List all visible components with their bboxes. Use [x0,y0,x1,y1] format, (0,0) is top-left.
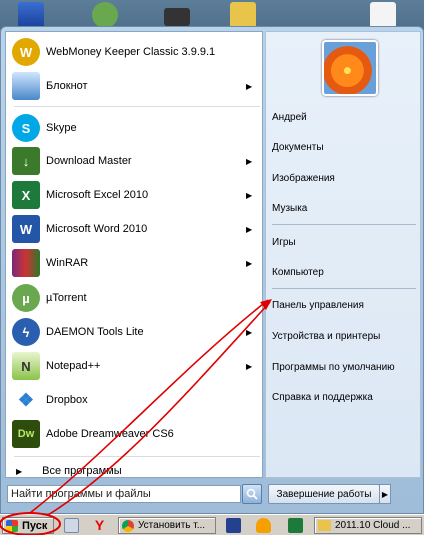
skype-icon: S [12,114,40,142]
program-item-dreamweaver[interactable]: Dw Adobe Dreamweaver CS6 [8,418,260,450]
place-item-devices-printers[interactable]: Устройства и принтеры [272,327,412,347]
place-item-games[interactable]: Игры [272,233,412,253]
desktop-monitor-icon[interactable] [18,2,44,28]
windows-logo-icon [6,519,18,532]
place-item-documents[interactable]: Документы [272,138,412,158]
excel-taskbar-icon[interactable] [288,518,303,533]
program-item-word[interactable]: W Microsoft Word 2010 ▶ [8,213,260,245]
taskbar: Пуск Y Установить т... 2011.10 Cloud ... [0,514,424,535]
winrar-icon [12,249,40,277]
desktop-printer-icon[interactable] [164,8,190,26]
shutdown-options-button[interactable]: ▶ [379,484,391,504]
yandex-icon[interactable]: Y [92,518,107,533]
place-item-help-support[interactable]: Справка и поддержка [272,388,412,408]
program-item-skype[interactable]: S Skype [8,112,260,144]
program-item-notepad[interactable]: Блокнот ▶ [8,70,260,102]
separator [14,106,260,107]
separator [272,224,416,225]
start-menu-programs-pane: W WebMoney Keeper Classic 3.9.9.1 Блокно… [5,31,263,478]
program-item-notepadpp[interactable]: N Notepad++ ▶ [8,350,260,382]
submenu-arrow-icon: ▶ [246,327,253,337]
start-menu-places-pane: Андрей Документы Изображения Музыка Игры… [265,31,421,478]
program-item-dropbox[interactable]: ❖ Dropbox [8,384,260,416]
word-icon: W [12,215,40,243]
arrow-right-icon: ▶ [16,466,23,476]
webmoney-icon: W [12,38,40,66]
utorrent-icon: µ [12,284,40,312]
desktop-utorrent-icon[interactable] [92,2,118,28]
user-avatar[interactable] [322,40,378,96]
place-item-user[interactable]: Андрей [272,108,412,128]
separator [272,288,416,289]
arrow-right-icon: ▶ [381,489,389,499]
dreamweaver-icon: Dw [12,420,40,448]
program-item-excel[interactable]: X Microsoft Excel 2010 ▶ [8,179,260,211]
place-item-computer[interactable]: Компьютер [272,263,412,283]
search-input[interactable]: Найти программы и файлы [7,485,241,503]
submenu-arrow-icon: ▶ [246,81,253,91]
chrome-icon [122,519,134,532]
place-item-control-panel[interactable]: Панель управления [272,296,412,316]
program-item-webmoney[interactable]: W WebMoney Keeper Classic 3.9.9.1 [8,36,260,68]
program-item-daemon-tools[interactable]: ϟ DAEMON Tools Lite ▶ [8,316,260,348]
calculator-icon[interactable] [64,518,79,533]
start-label: Пуск [22,519,48,532]
headphones-icon[interactable] [256,518,271,533]
place-item-music[interactable]: Музыка [272,199,412,219]
submenu-arrow-icon: ▶ [246,156,253,166]
separator [14,456,260,457]
taskbar-button-chrome[interactable]: Установить т... [118,517,216,534]
search-icon [246,488,258,500]
submenu-arrow-icon: ▶ [246,361,253,371]
program-item-download-master[interactable]: ↓ Download Master ▶ [8,145,260,177]
start-menu: W WebMoney Keeper Classic 3.9.9.1 Блокно… [0,26,424,514]
notepadpp-icon: N [12,352,40,380]
save-disk-icon[interactable] [226,518,241,533]
notepad-icon [12,72,40,100]
shutdown-button[interactable]: Завершение работы [268,484,380,504]
place-item-default-programs[interactable]: Программы по умолчанию [272,358,412,378]
taskbar-button-folder[interactable]: 2011.10 Cloud ... [314,517,422,534]
all-programs-label: Все программы [42,465,122,477]
download-master-icon: ↓ [12,147,40,175]
folder-icon [318,520,331,531]
submenu-arrow-icon: ▶ [246,190,253,200]
excel-icon: X [12,181,40,209]
program-item-winrar[interactable]: WinRAR ▶ [8,247,260,279]
desktop-folder-icon[interactable] [230,2,256,28]
program-item-utorrent[interactable]: µ µTorrent [8,282,260,314]
submenu-arrow-icon: ▶ [246,258,253,268]
all-programs-button[interactable]: ▶ Все программы [8,462,260,480]
search-button[interactable] [242,484,262,504]
submenu-arrow-icon: ▶ [246,224,253,234]
dropbox-icon: ❖ [12,386,40,414]
place-item-pictures[interactable]: Изображения [272,169,412,189]
daemon-tools-icon: ϟ [12,318,40,346]
start-button[interactable]: Пуск [2,517,54,534]
desktop-document-icon[interactable] [370,2,396,28]
